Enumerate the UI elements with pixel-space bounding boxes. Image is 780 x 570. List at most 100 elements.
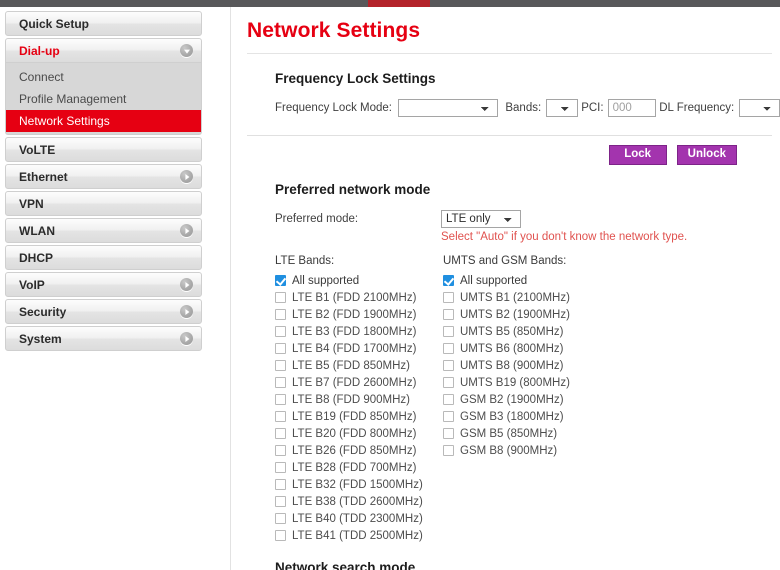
umts-gsm-band-checkbox[interactable]: GSM B2 (1900MHz): [443, 391, 643, 408]
checkbox-icon[interactable]: [443, 292, 454, 303]
umts-gsm-band-checkbox[interactable]: UMTS B2 (1900MHz): [443, 306, 643, 323]
chevron-down-icon[interactable]: [180, 44, 193, 57]
lock-button-row: Lock Unlock: [231, 136, 780, 165]
checkbox-icon[interactable]: [443, 377, 454, 388]
sidebar-item-security[interactable]: Security: [5, 299, 202, 324]
submenu-item-network-settings[interactable]: Network Settings: [6, 110, 201, 132]
umts-gsm-band-checkbox[interactable]: GSM B5 (850MHz): [443, 425, 643, 442]
umts-gsm-band-checkbox[interactable]: UMTS B19 (800MHz): [443, 374, 643, 391]
checkbox-icon[interactable]: [275, 496, 286, 507]
lte-band-checkbox[interactable]: LTE B1 (FDD 2100MHz): [275, 289, 443, 306]
lte-band-checkbox[interactable]: LTE B8 (FDD 900MHz): [275, 391, 443, 408]
sidebar-item-voip[interactable]: VoIP: [5, 272, 202, 297]
checkbox-icon[interactable]: [443, 428, 454, 439]
checkbox-icon[interactable]: [443, 326, 454, 337]
submenu-item-profile-management[interactable]: Profile Management: [6, 88, 201, 110]
umts-gsm-all-supported-checkbox[interactable]: All supported: [443, 272, 643, 289]
router-admin-page: Quick Setup Dial-up Connect Profile Managem…: [0, 0, 780, 570]
lte-band-checkbox[interactable]: LTE B32 (FDD 1500MHz): [275, 476, 443, 493]
sidebar-item-volte[interactable]: VoLTE: [5, 137, 202, 162]
checkbox-icon[interactable]: [275, 360, 286, 371]
bands-select[interactable]: [546, 99, 578, 117]
checkbox-icon[interactable]: [275, 275, 286, 286]
sidebar-item-label: WLAN: [19, 223, 55, 238]
umts-gsm-bands-column: UMTS and GSM Bands: All supported UMTS B…: [443, 255, 643, 544]
sidebar-item-label: VoLTE: [19, 142, 56, 157]
checkbox-label: LTE B41 (TDD 2500MHz): [292, 529, 423, 542]
checkbox-icon[interactable]: [443, 411, 454, 422]
checkbox-label: LTE B38 (TDD 2600MHz): [292, 495, 423, 508]
pci-input[interactable]: [607, 99, 656, 117]
lte-band-checkbox[interactable]: LTE B3 (FDD 1800MHz): [275, 323, 443, 340]
checkbox-label: LTE B40 (TDD 2300MHz): [292, 512, 423, 525]
lte-band-checkbox[interactable]: LTE B2 (FDD 1900MHz): [275, 306, 443, 323]
sidebar-item-dhcp[interactable]: DHCP: [5, 245, 202, 270]
checkbox-icon[interactable]: [443, 394, 454, 405]
chevron-right-icon[interactable]: [180, 170, 193, 183]
chevron-right-icon[interactable]: [180, 278, 193, 291]
frequency-lock-row: Frequency Lock Mode: PCI LockFrequency L…: [275, 99, 780, 117]
dl-frequency-select[interactable]: [739, 99, 780, 117]
lte-all-supported-checkbox[interactable]: All supported: [275, 272, 443, 289]
checkbox-icon[interactable]: [275, 343, 286, 354]
lte-bands-column: LTE Bands: All supported LTE B1 (FDD 210…: [275, 255, 443, 544]
umts-gsm-band-checkbox[interactable]: UMTS B6 (800MHz): [443, 340, 643, 357]
umts-gsm-band-checkbox[interactable]: UMTS B1 (2100MHz): [443, 289, 643, 306]
checkbox-icon[interactable]: [275, 309, 286, 320]
preferred-mode-row: Preferred mode: AutoLTE onlyUMTS onlyGSM…: [275, 210, 780, 228]
checkbox-icon[interactable]: [275, 479, 286, 490]
lte-band-checkbox[interactable]: LTE B7 (FDD 2600MHz): [275, 374, 443, 391]
checkbox-label: All supported: [292, 274, 360, 287]
checkbox-icon[interactable]: [443, 360, 454, 371]
chevron-right-icon[interactable]: [180, 305, 193, 318]
umts-gsm-band-checkbox[interactable]: GSM B8 (900MHz): [443, 442, 643, 459]
lock-button[interactable]: Lock: [608, 145, 667, 165]
umts-gsm-band-checkbox[interactable]: GSM B3 (1800MHz): [443, 408, 643, 425]
chevron-right-icon[interactable]: [180, 332, 193, 345]
checkbox-icon[interactable]: [275, 394, 286, 405]
umts-gsm-bands-heading: UMTS and GSM Bands:: [443, 255, 567, 267]
checkbox-icon[interactable]: [275, 513, 286, 524]
sidebar-item-quick-setup[interactable]: Quick Setup: [5, 11, 202, 36]
lte-band-checkbox[interactable]: LTE B5 (FDD 850MHz): [275, 357, 443, 374]
submenu-item-connect[interactable]: Connect: [6, 66, 201, 88]
sidebar-item-wlan[interactable]: WLAN: [5, 218, 202, 243]
sidebar-item-vpn[interactable]: VPN: [5, 191, 202, 216]
lte-band-checkbox[interactable]: LTE B20 (FDD 800MHz): [275, 425, 443, 442]
checkbox-icon[interactable]: [275, 377, 286, 388]
checkbox-icon[interactable]: [275, 428, 286, 439]
checkbox-icon[interactable]: [275, 530, 286, 541]
umts-gsm-band-checkbox[interactable]: UMTS B5 (850MHz): [443, 323, 643, 340]
checkbox-icon[interactable]: [275, 445, 286, 456]
checkbox-icon[interactable]: [275, 292, 286, 303]
frequency-lock-mode-label: Frequency Lock Mode:: [275, 102, 392, 114]
frequency-lock-mode-select[interactable]: PCI LockFrequency LockBand Lock: [397, 99, 498, 117]
sidebar-item-ethernet[interactable]: Ethernet: [5, 164, 202, 189]
sidebar-item-dial-up[interactable]: Dial-up: [5, 38, 202, 63]
lte-band-checkbox[interactable]: LTE B41 (TDD 2500MHz): [275, 527, 443, 544]
checkbox-icon[interactable]: [443, 309, 454, 320]
checkbox-icon[interactable]: [275, 462, 286, 473]
preferred-network-title: Preferred network mode: [275, 182, 431, 197]
checkbox-label: UMTS B6 (800MHz): [460, 342, 564, 355]
sidebar-item-label: Dial-up: [19, 43, 60, 58]
unlock-button[interactable]: Unlock: [676, 145, 737, 165]
lte-band-checkbox[interactable]: LTE B26 (FDD 850MHz): [275, 442, 443, 459]
checkbox-icon[interactable]: [443, 343, 454, 354]
checkbox-label: LTE B7 (FDD 2600MHz): [292, 376, 417, 389]
checkbox-icon[interactable]: [275, 411, 286, 422]
lte-band-checkbox[interactable]: LTE B28 (FDD 700MHz): [275, 459, 443, 476]
lte-band-checkbox[interactable]: LTE B19 (FDD 850MHz): [275, 408, 443, 425]
checkbox-icon[interactable]: [443, 275, 454, 286]
umts-gsm-band-checkbox[interactable]: UMTS B8 (900MHz): [443, 357, 643, 374]
bands-label: Bands:: [505, 102, 542, 114]
chevron-right-icon[interactable]: [180, 224, 193, 237]
preferred-mode-select[interactable]: AutoLTE onlyUMTS onlyGSM only: [441, 210, 521, 228]
lte-band-checkbox[interactable]: LTE B40 (TDD 2300MHz): [275, 510, 443, 527]
checkbox-icon[interactable]: [275, 326, 286, 337]
lte-band-checkbox[interactable]: LTE B38 (TDD 2600MHz): [275, 493, 443, 510]
sidebar-item-system[interactable]: System: [5, 326, 202, 351]
active-nav-tab-indicator[interactable]: [368, 0, 430, 7]
checkbox-icon[interactable]: [443, 445, 454, 456]
lte-band-checkbox[interactable]: LTE B4 (FDD 1700MHz): [275, 340, 443, 357]
